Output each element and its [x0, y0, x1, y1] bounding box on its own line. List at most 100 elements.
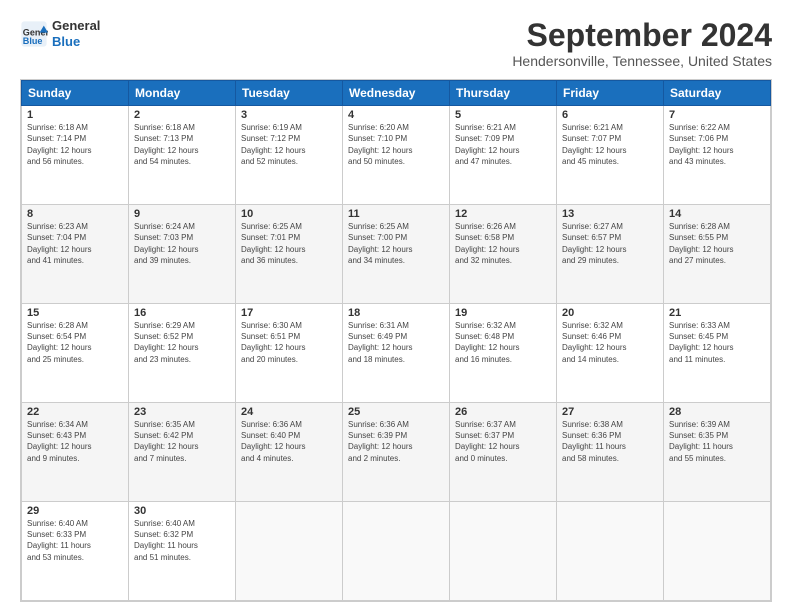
day-info: Sunrise: 6:21 AM Sunset: 7:07 PM Dayligh…: [562, 122, 658, 167]
calendar-cell: 28Sunrise: 6:39 AM Sunset: 6:35 PM Dayli…: [664, 403, 771, 502]
day-info: Sunrise: 6:40 AM Sunset: 6:33 PM Dayligh…: [27, 518, 123, 563]
day-info: Sunrise: 6:36 AM Sunset: 6:40 PM Dayligh…: [241, 419, 337, 464]
calendar-cell: 5Sunrise: 6:21 AM Sunset: 7:09 PM Daylig…: [450, 106, 557, 205]
calendar-cell: [557, 502, 664, 601]
weekday-header-friday: Friday: [557, 81, 664, 106]
calendar-cell: 7Sunrise: 6:22 AM Sunset: 7:06 PM Daylig…: [664, 106, 771, 205]
weekday-header-sunday: Sunday: [22, 81, 129, 106]
day-number: 4: [348, 109, 444, 121]
day-info: Sunrise: 6:25 AM Sunset: 7:01 PM Dayligh…: [241, 221, 337, 266]
calendar-cell: 14Sunrise: 6:28 AM Sunset: 6:55 PM Dayli…: [664, 205, 771, 304]
logo-icon: General Blue: [20, 20, 48, 48]
calendar-cell: 4Sunrise: 6:20 AM Sunset: 7:10 PM Daylig…: [343, 106, 450, 205]
calendar-cell: 10Sunrise: 6:25 AM Sunset: 7:01 PM Dayli…: [236, 205, 343, 304]
day-info: Sunrise: 6:29 AM Sunset: 6:52 PM Dayligh…: [134, 320, 230, 365]
day-number: 8: [27, 208, 123, 220]
calendar-week-row: 1Sunrise: 6:18 AM Sunset: 7:14 PM Daylig…: [22, 106, 771, 205]
calendar-week-row: 29Sunrise: 6:40 AM Sunset: 6:33 PM Dayli…: [22, 502, 771, 601]
day-number: 7: [669, 109, 765, 121]
header: General Blue General Blue September 2024…: [20, 18, 772, 69]
day-info: Sunrise: 6:37 AM Sunset: 6:37 PM Dayligh…: [455, 419, 551, 464]
calendar-cell: 15Sunrise: 6:28 AM Sunset: 6:54 PM Dayli…: [22, 304, 129, 403]
day-info: Sunrise: 6:33 AM Sunset: 6:45 PM Dayligh…: [669, 320, 765, 365]
calendar-cell: 24Sunrise: 6:36 AM Sunset: 6:40 PM Dayli…: [236, 403, 343, 502]
day-number: 20: [562, 307, 658, 319]
day-info: Sunrise: 6:35 AM Sunset: 6:42 PM Dayligh…: [134, 419, 230, 464]
day-number: 16: [134, 307, 230, 319]
calendar-cell: 26Sunrise: 6:37 AM Sunset: 6:37 PM Dayli…: [450, 403, 557, 502]
svg-text:Blue: Blue: [23, 35, 43, 45]
calendar-cell: 25Sunrise: 6:36 AM Sunset: 6:39 PM Dayli…: [343, 403, 450, 502]
weekday-header-monday: Monday: [129, 81, 236, 106]
title-block: September 2024 Hendersonville, Tennessee…: [512, 18, 772, 69]
day-number: 27: [562, 406, 658, 418]
calendar-cell: [664, 502, 771, 601]
calendar-cell: [236, 502, 343, 601]
calendar-week-row: 8Sunrise: 6:23 AM Sunset: 7:04 PM Daylig…: [22, 205, 771, 304]
day-info: Sunrise: 6:18 AM Sunset: 7:14 PM Dayligh…: [27, 122, 123, 167]
main-title: September 2024: [512, 18, 772, 53]
logo: General Blue General Blue: [20, 18, 100, 49]
day-info: Sunrise: 6:25 AM Sunset: 7:00 PM Dayligh…: [348, 221, 444, 266]
calendar-cell: 11Sunrise: 6:25 AM Sunset: 7:00 PM Dayli…: [343, 205, 450, 304]
calendar-cell: 3Sunrise: 6:19 AM Sunset: 7:12 PM Daylig…: [236, 106, 343, 205]
day-number: 3: [241, 109, 337, 121]
day-number: 2: [134, 109, 230, 121]
day-number: 22: [27, 406, 123, 418]
day-number: 24: [241, 406, 337, 418]
day-number: 14: [669, 208, 765, 220]
calendar-cell: 18Sunrise: 6:31 AM Sunset: 6:49 PM Dayli…: [343, 304, 450, 403]
day-number: 11: [348, 208, 444, 220]
subtitle: Hendersonville, Tennessee, United States: [512, 53, 772, 69]
day-number: 21: [669, 307, 765, 319]
day-info: Sunrise: 6:31 AM Sunset: 6:49 PM Dayligh…: [348, 320, 444, 365]
day-number: 26: [455, 406, 551, 418]
day-info: Sunrise: 6:28 AM Sunset: 6:55 PM Dayligh…: [669, 221, 765, 266]
calendar-cell: 21Sunrise: 6:33 AM Sunset: 6:45 PM Dayli…: [664, 304, 771, 403]
calendar-cell: 1Sunrise: 6:18 AM Sunset: 7:14 PM Daylig…: [22, 106, 129, 205]
day-info: Sunrise: 6:18 AM Sunset: 7:13 PM Dayligh…: [134, 122, 230, 167]
day-info: Sunrise: 6:20 AM Sunset: 7:10 PM Dayligh…: [348, 122, 444, 167]
calendar-header: SundayMondayTuesdayWednesdayThursdayFrid…: [22, 81, 771, 106]
logo-text-blue: Blue: [52, 34, 100, 50]
calendar-cell: 19Sunrise: 6:32 AM Sunset: 6:48 PM Dayli…: [450, 304, 557, 403]
calendar-cell: 16Sunrise: 6:29 AM Sunset: 6:52 PM Dayli…: [129, 304, 236, 403]
day-number: 15: [27, 307, 123, 319]
calendar-cell: 22Sunrise: 6:34 AM Sunset: 6:43 PM Dayli…: [22, 403, 129, 502]
calendar: SundayMondayTuesdayWednesdayThursdayFrid…: [20, 79, 772, 602]
day-info: Sunrise: 6:32 AM Sunset: 6:48 PM Dayligh…: [455, 320, 551, 365]
calendar-cell: 23Sunrise: 6:35 AM Sunset: 6:42 PM Dayli…: [129, 403, 236, 502]
calendar-cell: 30Sunrise: 6:40 AM Sunset: 6:32 PM Dayli…: [129, 502, 236, 601]
day-info: Sunrise: 6:34 AM Sunset: 6:43 PM Dayligh…: [27, 419, 123, 464]
calendar-cell: 12Sunrise: 6:26 AM Sunset: 6:58 PM Dayli…: [450, 205, 557, 304]
calendar-cell: 9Sunrise: 6:24 AM Sunset: 7:03 PM Daylig…: [129, 205, 236, 304]
day-info: Sunrise: 6:24 AM Sunset: 7:03 PM Dayligh…: [134, 221, 230, 266]
logo-text-general: General: [52, 18, 100, 34]
day-number: 6: [562, 109, 658, 121]
day-number: 28: [669, 406, 765, 418]
weekday-header-tuesday: Tuesday: [236, 81, 343, 106]
day-number: 29: [27, 505, 123, 517]
day-number: 13: [562, 208, 658, 220]
day-info: Sunrise: 6:19 AM Sunset: 7:12 PM Dayligh…: [241, 122, 337, 167]
day-info: Sunrise: 6:40 AM Sunset: 6:32 PM Dayligh…: [134, 518, 230, 563]
calendar-table: SundayMondayTuesdayWednesdayThursdayFrid…: [21, 80, 771, 601]
day-info: Sunrise: 6:23 AM Sunset: 7:04 PM Dayligh…: [27, 221, 123, 266]
day-number: 25: [348, 406, 444, 418]
page: General Blue General Blue September 2024…: [0, 0, 792, 612]
calendar-cell: [343, 502, 450, 601]
day-number: 5: [455, 109, 551, 121]
day-info: Sunrise: 6:22 AM Sunset: 7:06 PM Dayligh…: [669, 122, 765, 167]
day-number: 30: [134, 505, 230, 517]
calendar-week-row: 22Sunrise: 6:34 AM Sunset: 6:43 PM Dayli…: [22, 403, 771, 502]
weekday-header-row: SundayMondayTuesdayWednesdayThursdayFrid…: [22, 81, 771, 106]
day-number: 19: [455, 307, 551, 319]
calendar-cell: 17Sunrise: 6:30 AM Sunset: 6:51 PM Dayli…: [236, 304, 343, 403]
day-info: Sunrise: 6:28 AM Sunset: 6:54 PM Dayligh…: [27, 320, 123, 365]
day-info: Sunrise: 6:36 AM Sunset: 6:39 PM Dayligh…: [348, 419, 444, 464]
calendar-cell: 2Sunrise: 6:18 AM Sunset: 7:13 PM Daylig…: [129, 106, 236, 205]
calendar-cell: 29Sunrise: 6:40 AM Sunset: 6:33 PM Dayli…: [22, 502, 129, 601]
weekday-header-wednesday: Wednesday: [343, 81, 450, 106]
calendar-week-row: 15Sunrise: 6:28 AM Sunset: 6:54 PM Dayli…: [22, 304, 771, 403]
day-number: 12: [455, 208, 551, 220]
